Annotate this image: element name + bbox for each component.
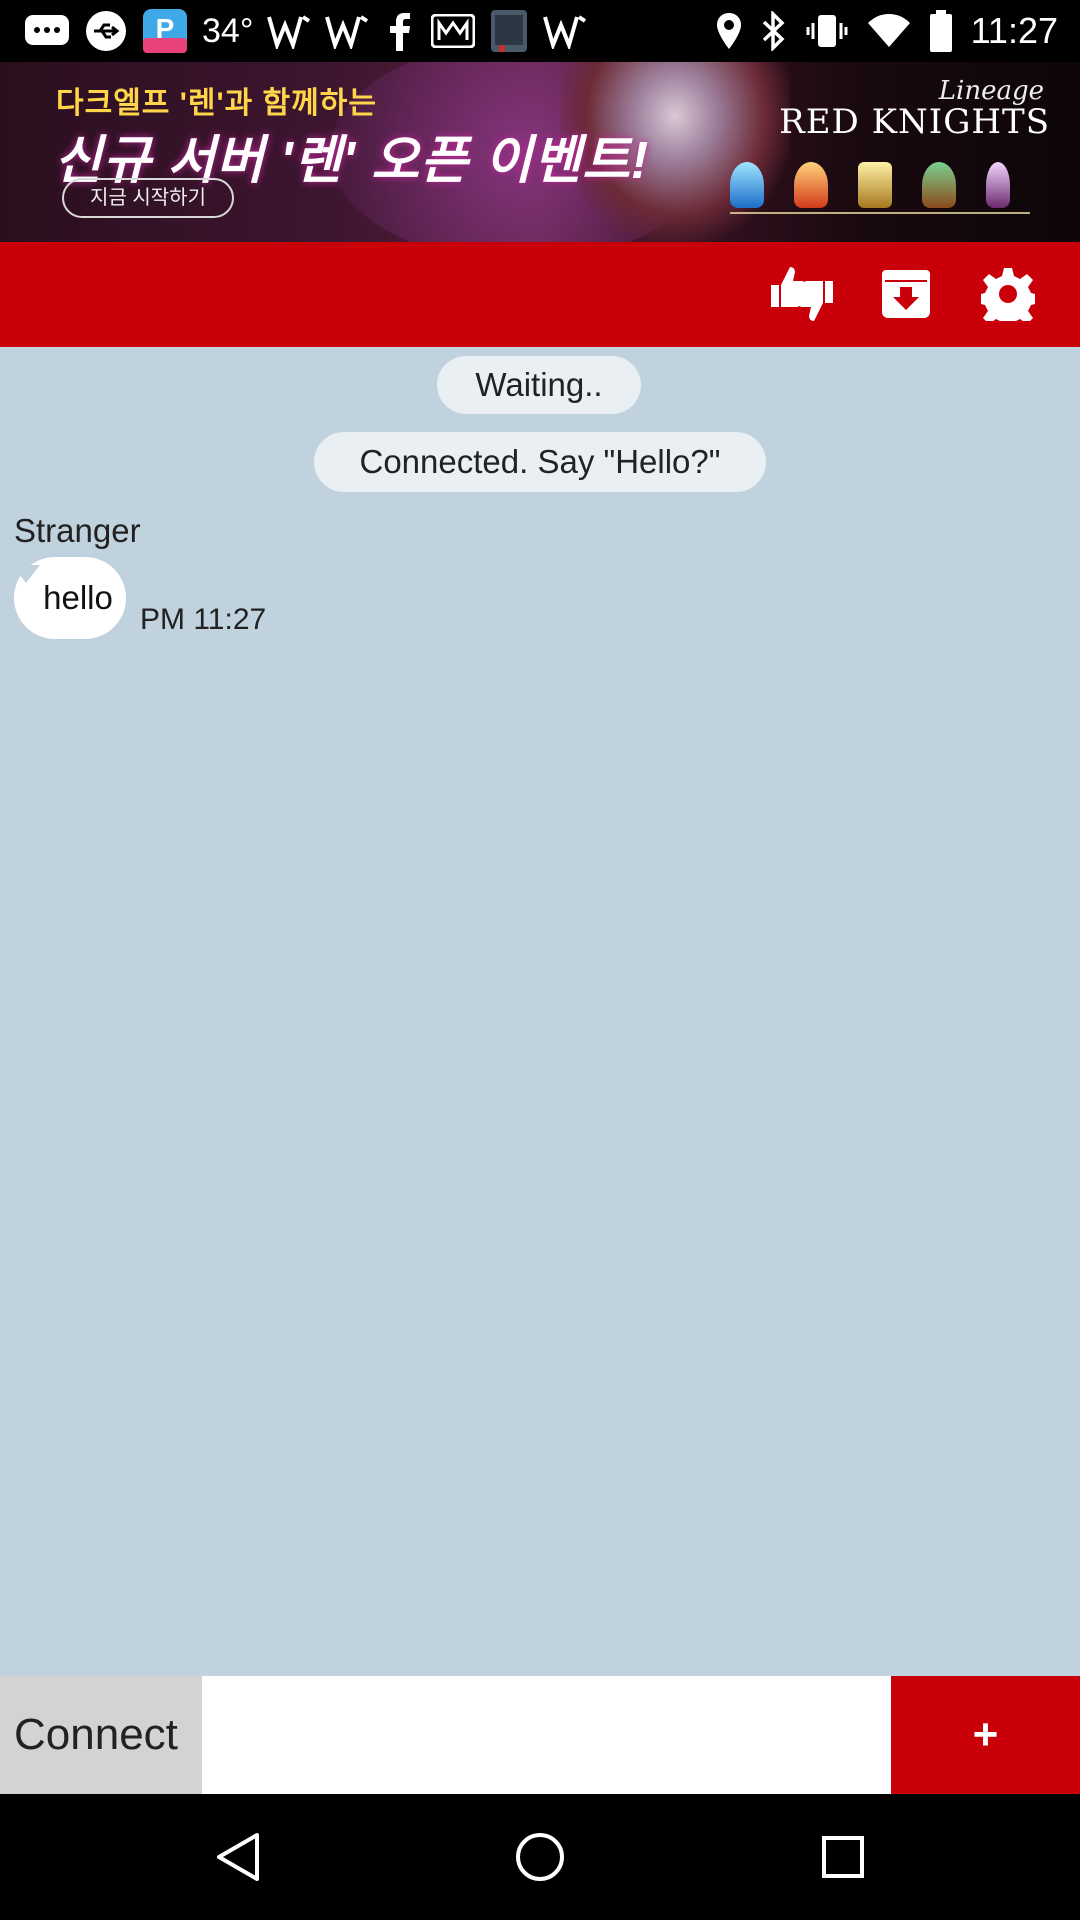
signal-w-icon bbox=[325, 9, 369, 53]
recent-apps-button[interactable] bbox=[808, 1824, 878, 1894]
recent-apps-icon bbox=[820, 1834, 866, 1885]
status-bar-right: 11:27 bbox=[715, 8, 1058, 54]
gear-icon bbox=[977, 267, 1039, 330]
rate-stranger-button[interactable] bbox=[770, 264, 834, 328]
ad-item-wand-icon bbox=[986, 162, 1010, 208]
status-bar-left: P 34° bbox=[24, 8, 587, 54]
usb-icon bbox=[84, 9, 128, 53]
navigation-bar bbox=[0, 1794, 1080, 1920]
add-button[interactable]: + bbox=[891, 1676, 1080, 1794]
ad-headline-small: 다크엘프 '렌'과 함께하는 bbox=[56, 87, 377, 120]
input-bar: Connect + bbox=[0, 1676, 1080, 1794]
download-box-icon bbox=[881, 269, 931, 324]
ad-item-bag-icon bbox=[922, 162, 956, 208]
save-chat-button[interactable] bbox=[874, 264, 938, 328]
ad-divider bbox=[730, 212, 1030, 214]
connect-button[interactable]: Connect bbox=[0, 1676, 202, 1794]
message-bubble-tail bbox=[12, 565, 40, 583]
vibrate-icon bbox=[805, 9, 849, 53]
back-icon bbox=[213, 1831, 263, 1888]
temperature-text: 34° bbox=[202, 11, 254, 50]
wifi-icon bbox=[867, 9, 911, 53]
ad-item-blue-crystal-icon bbox=[730, 162, 764, 208]
ad-item-chest-icon bbox=[858, 162, 892, 208]
thumbs-up-down-icon bbox=[769, 263, 835, 330]
clock: 11:27 bbox=[970, 10, 1058, 51]
ad-cta-button[interactable]: 지금 시작하기 bbox=[62, 178, 234, 218]
battery-icon bbox=[929, 9, 953, 53]
system-message-waiting: Waiting.. bbox=[437, 356, 641, 414]
ad-item-row bbox=[730, 162, 1010, 208]
signal-w-icon bbox=[543, 9, 587, 53]
ad-banner[interactable]: 다크엘프 '렌'과 함께하는 신규 서버 '렌' 오픈 이벤트! 지금 시작하기… bbox=[0, 62, 1080, 242]
back-button[interactable] bbox=[203, 1824, 273, 1894]
system-message-connected: Connected. Say "Hello?" bbox=[314, 432, 766, 492]
ad-item-red-crystal-icon bbox=[794, 162, 828, 208]
status-bar: P 34° 11:27 bbox=[0, 0, 1080, 62]
home-button[interactable] bbox=[505, 1824, 575, 1894]
message-timestamp: PM 11:27 bbox=[140, 603, 267, 636]
message-sender: Stranger bbox=[14, 512, 141, 549]
location-icon bbox=[715, 9, 743, 53]
chat-area[interactable]: Waiting.. Connected. Say "Hello?" Strang… bbox=[0, 347, 1080, 1676]
svg-text:P: P bbox=[156, 13, 175, 44]
signal-w-icon bbox=[267, 9, 311, 53]
ad-brand-logo: RED KNIGHTS bbox=[779, 102, 1050, 142]
bluetooth-icon bbox=[761, 9, 787, 53]
messaging-icon bbox=[24, 9, 70, 53]
holy-bible-icon bbox=[489, 9, 529, 53]
p-app-icon: P bbox=[142, 9, 188, 53]
settings-button[interactable] bbox=[976, 264, 1040, 330]
home-icon bbox=[514, 1831, 566, 1888]
message-input[interactable] bbox=[202, 1676, 891, 1794]
toolbar bbox=[0, 242, 1080, 347]
facebook-icon bbox=[383, 9, 417, 53]
m-app-icon bbox=[431, 9, 476, 53]
